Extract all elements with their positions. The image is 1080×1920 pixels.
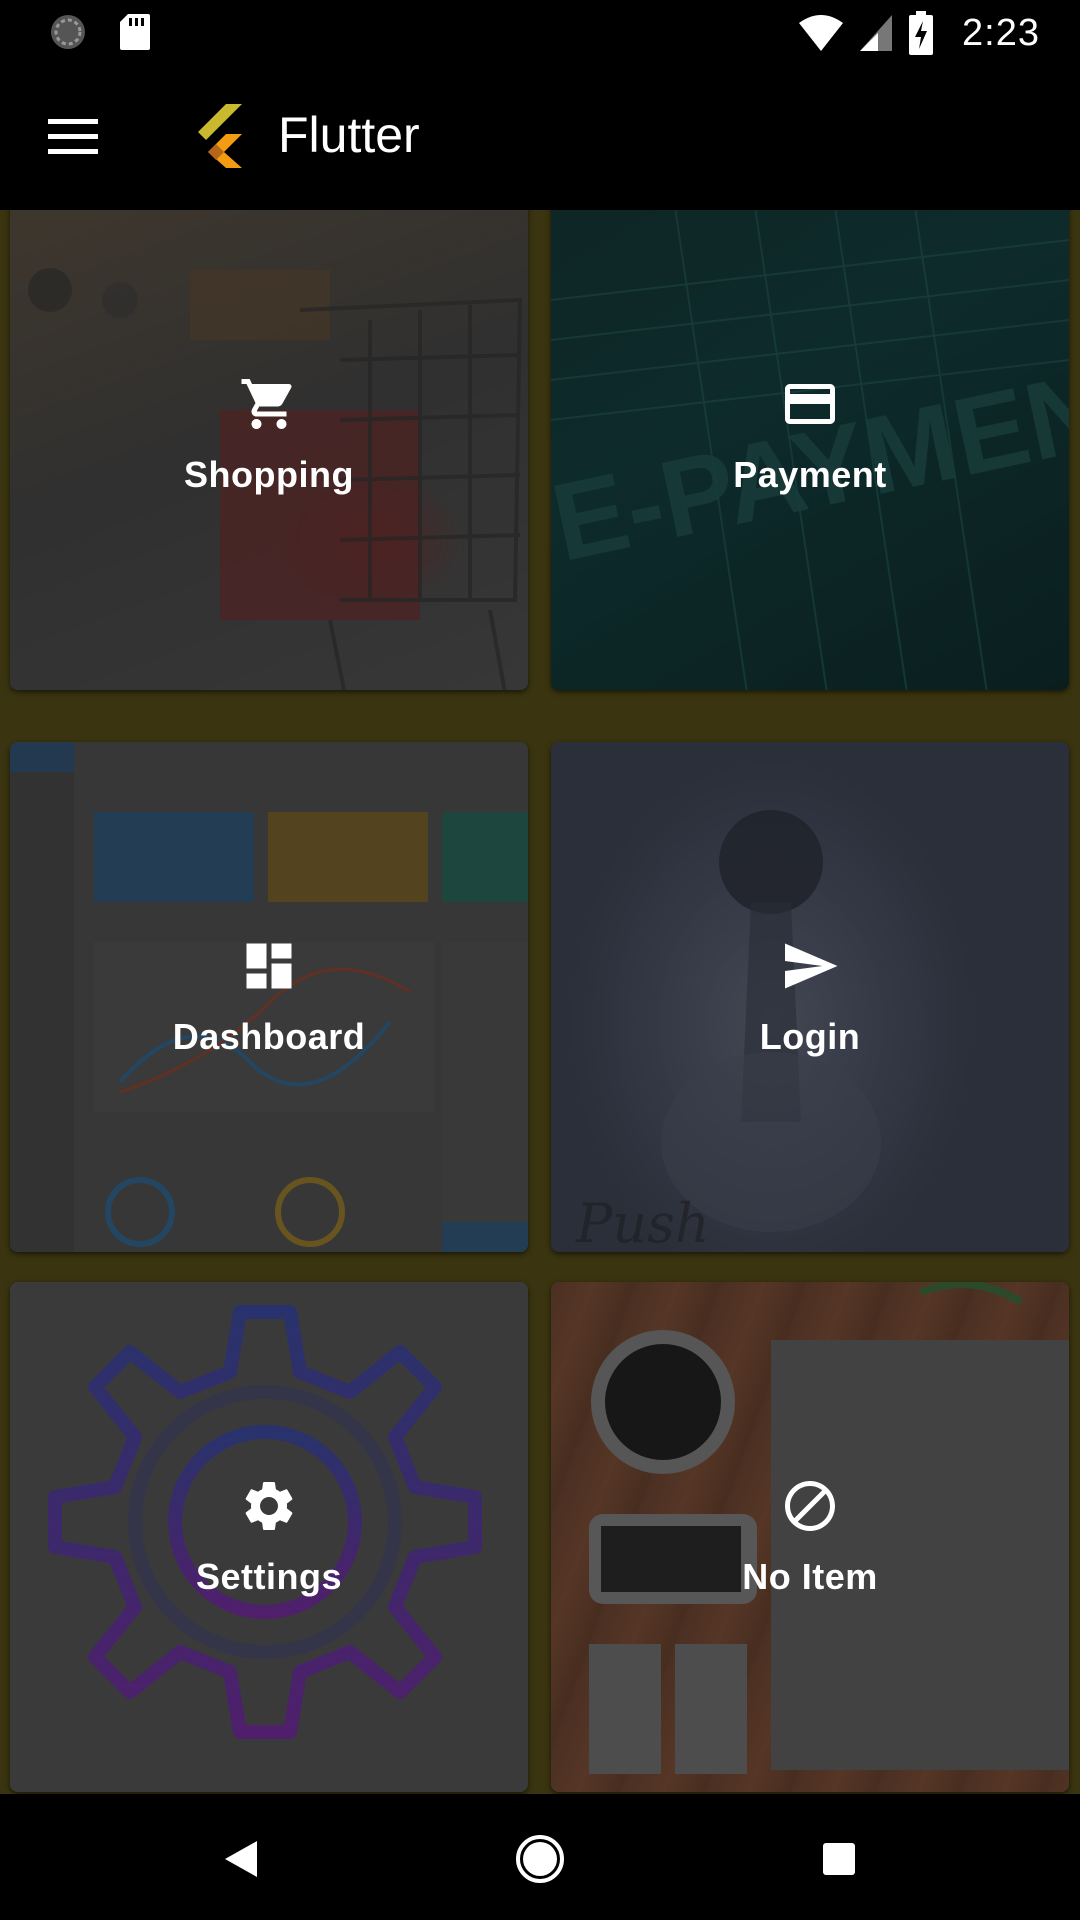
credit-card-icon xyxy=(785,384,835,424)
tile-no-item[interactable]: No Item xyxy=(551,1282,1069,1792)
sync-icon xyxy=(51,15,85,49)
app-bar: Flutter xyxy=(0,64,1080,210)
tile-login[interactable]: Push Login xyxy=(551,742,1069,1252)
status-bar: 2:23 xyxy=(0,0,1080,64)
menu-grid: Shopping E-PAYMENT Payment Dashboard Pus… xyxy=(0,210,1080,1794)
back-icon xyxy=(225,1841,257,1877)
signal-icon xyxy=(860,15,893,51)
recents-icon xyxy=(823,1843,855,1875)
gear-icon xyxy=(245,1482,293,1530)
navigation-bar xyxy=(0,1794,1080,1920)
block-icon xyxy=(785,1481,835,1531)
hamburger-menu-icon xyxy=(48,119,98,154)
flutter-logo xyxy=(198,104,242,168)
wifi-icon xyxy=(799,15,844,51)
tile-label: Login xyxy=(759,1016,861,1057)
home-button[interactable] xyxy=(505,1824,575,1894)
send-icon xyxy=(785,943,838,989)
status-time: 2:23 xyxy=(962,11,1040,54)
shopping-cart-icon xyxy=(241,379,292,429)
tile-shopping[interactable]: Shopping xyxy=(10,210,528,690)
tile-label: Shopping xyxy=(184,454,354,495)
sd-card-icon xyxy=(120,14,150,50)
tile-label: No Item xyxy=(742,1556,878,1597)
home-icon xyxy=(516,1835,564,1883)
tile-label: Dashboard xyxy=(172,1016,366,1057)
dashboard-icon xyxy=(246,943,292,989)
back-button[interactable] xyxy=(206,1824,276,1894)
tile-settings[interactable]: Settings xyxy=(10,1282,528,1792)
tile-label: Payment xyxy=(733,454,887,495)
battery-charging-icon xyxy=(909,11,934,55)
recents-button[interactable] xyxy=(804,1824,874,1894)
tile-dashboard[interactable]: Dashboard xyxy=(10,742,528,1252)
tile-payment[interactable]: E-PAYMENT Payment xyxy=(551,210,1069,690)
app-title: Flutter xyxy=(278,107,420,163)
tile-label: Settings xyxy=(195,1556,342,1597)
menu-button[interactable] xyxy=(30,102,116,172)
